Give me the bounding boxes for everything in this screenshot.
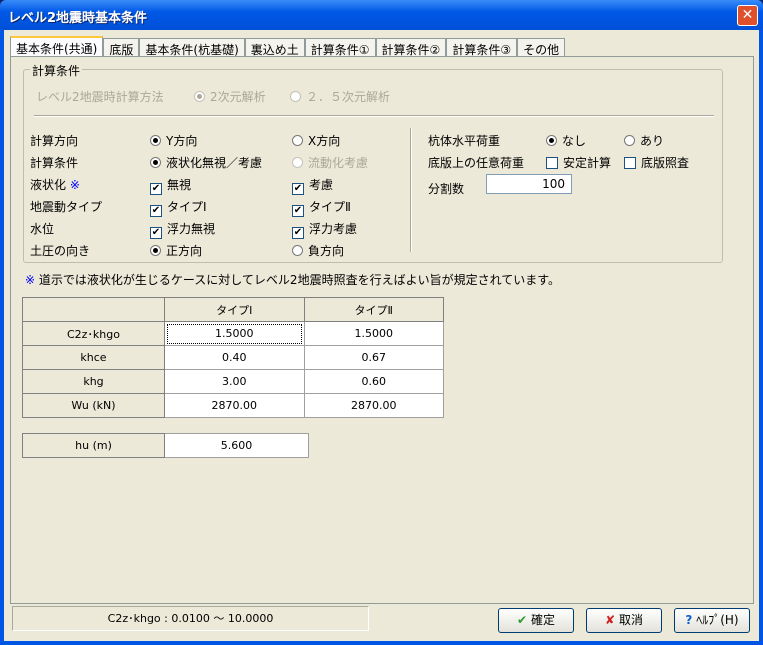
row-label: khce — [22, 345, 165, 370]
ignore-checkbox[interactable]: ✔ 無視 — [150, 176, 191, 195]
type1-checkbox[interactable]: ✔ タイプⅠ — [150, 198, 207, 217]
cancel-button[interactable]: ✘ 取消 — [586, 608, 662, 633]
tab-base-slab[interactable]: 底版 — [103, 38, 140, 58]
cell[interactable]: 1.5000 — [164, 321, 305, 346]
consider-checkbox[interactable]: ✔ 考慮 — [292, 176, 333, 195]
hu-table: hu (m) 5.600 — [22, 433, 309, 458]
water-label: 水位 — [30, 222, 55, 236]
row-label: khg — [22, 369, 165, 394]
tab-calc-1[interactable]: 計算条件① — [304, 38, 376, 58]
tab-other[interactable]: その他 — [517, 38, 566, 58]
x-icon: ✘ — [605, 613, 616, 627]
cell[interactable]: 2870.00 — [164, 393, 305, 418]
negative-radio[interactable]: 負方向 — [292, 242, 344, 259]
table-row: Wu (kN) 2870.00 2870.00 — [22, 393, 444, 418]
method-25d-radio[interactable]: ２．５次元解析 — [290, 88, 390, 105]
header-type2: タイプⅡ — [303, 297, 444, 322]
tab-calc-3[interactable]: 計算条件③ — [446, 38, 518, 58]
slab-load-label: 底版上の任意荷重 — [428, 156, 525, 170]
liquefy-label: 液状化 ※ — [30, 178, 80, 192]
pile-none-radio[interactable]: なし — [546, 132, 586, 149]
hu-label: hu (m) — [22, 433, 165, 458]
eq-type-label: 地震動タイプ — [30, 200, 103, 214]
liquefaction-radio[interactable]: 液状化無視／考慮 — [150, 154, 262, 171]
ok-button[interactable]: ✔ 確定 — [498, 608, 574, 633]
cell[interactable]: 0.60 — [303, 369, 444, 394]
table-row: C2z･khgo 1.5000 1.5000 — [22, 321, 444, 346]
title-bar: レベル2地震時基本条件 ✕ — [0, 0, 763, 30]
slab-check-checkbox[interactable]: 底版照査 — [624, 154, 689, 171]
condition-label: 計算条件 — [30, 156, 79, 170]
flow-radio[interactable]: 流動化考慮 — [292, 154, 368, 171]
calc-conditions-group: 計算条件 レベル2地震時計算方法 2次元解析 ２．５次元解析 計算方向 Y方向 … — [23, 62, 723, 263]
buoyancy-consider-checkbox[interactable]: ✔ 浮力考慮 — [292, 220, 357, 239]
method-label: レベル2地震時計算方法 — [36, 90, 164, 104]
help-button[interactable]: ? ﾍﾙﾌﾟ(H) — [674, 608, 750, 633]
type2-checkbox[interactable]: ✔ タイプⅡ — [292, 198, 351, 217]
cell[interactable]: 0.40 — [164, 345, 305, 370]
tab-backfill[interactable]: 裏込め土 — [244, 38, 305, 58]
tab-calc-2[interactable]: 計算条件② — [375, 38, 447, 58]
status-bar: C2z･khgo : 0.0100 ～ 10.0000 — [12, 606, 369, 631]
direction-label: 計算方向 — [30, 134, 79, 148]
window-title: レベル2地震時基本条件 — [8, 11, 148, 26]
dialog-window: レベル2地震時基本条件 ✕ 基本条件(共通) 底版 基本条件(杭基礎) 裏込め土… — [0, 0, 763, 645]
pile-load-label: 杭体水平荷重 — [428, 134, 501, 148]
tab-bar: 基本条件(共通) 底版 基本条件(杭基礎) 裏込め土 計算条件① 計算条件② 計… — [10, 36, 566, 59]
note: ※ 道示では液状化が生じるケースに対してレベル2地震時照査を行えばよい旨が規定さ… — [25, 273, 561, 287]
header-type1: タイプⅠ — [164, 297, 305, 322]
pile-yes-radio[interactable]: あり — [624, 132, 664, 149]
buoyancy-ignore-checkbox[interactable]: ✔ 浮力無視 — [150, 220, 215, 239]
cell[interactable]: 0.67 — [303, 345, 444, 370]
hu-value[interactable]: 5.600 — [164, 433, 309, 458]
cell[interactable]: 1.5000 — [303, 321, 444, 346]
method-2d-radio[interactable]: 2次元解析 — [194, 88, 266, 105]
help-icon: ? — [685, 613, 693, 627]
tab-panel: 計算条件 レベル2地震時計算方法 2次元解析 ２．５次元解析 計算方向 Y方向 … — [10, 56, 754, 604]
stability-checkbox[interactable]: 安定計算 — [546, 154, 611, 171]
vertical-divider — [410, 128, 412, 252]
group-label: 計算条件 — [30, 62, 83, 79]
table-row: khce 0.40 0.67 — [22, 345, 444, 370]
header-blank — [22, 297, 165, 322]
row-label: Wu (kN) — [22, 393, 165, 418]
coefficient-table: タイプⅠ タイプⅡ C2z･khgo 1.5000 1.5000 khce 0.40 0.… — [22, 297, 444, 418]
divider — [34, 115, 714, 117]
earth-pressure-label: 土圧の向き — [30, 244, 91, 258]
close-button[interactable]: ✕ — [737, 5, 758, 26]
cell[interactable]: 3.00 — [164, 369, 305, 394]
tab-basic-pile[interactable]: 基本条件(杭基礎) — [139, 38, 245, 58]
y-direction-radio[interactable]: Y方向 — [150, 132, 197, 149]
x-direction-radio[interactable]: X方向 — [292, 132, 340, 149]
positive-radio[interactable]: 正方向 — [150, 242, 202, 259]
divisions-input[interactable]: 100 — [486, 174, 572, 194]
divisions-label: 分割数 — [428, 182, 465, 196]
row-label: C2z･khgo — [22, 321, 165, 346]
cell[interactable]: 2870.00 — [303, 393, 444, 418]
table-row: khg 3.00 0.60 — [22, 369, 444, 394]
check-icon: ✔ — [517, 613, 528, 627]
